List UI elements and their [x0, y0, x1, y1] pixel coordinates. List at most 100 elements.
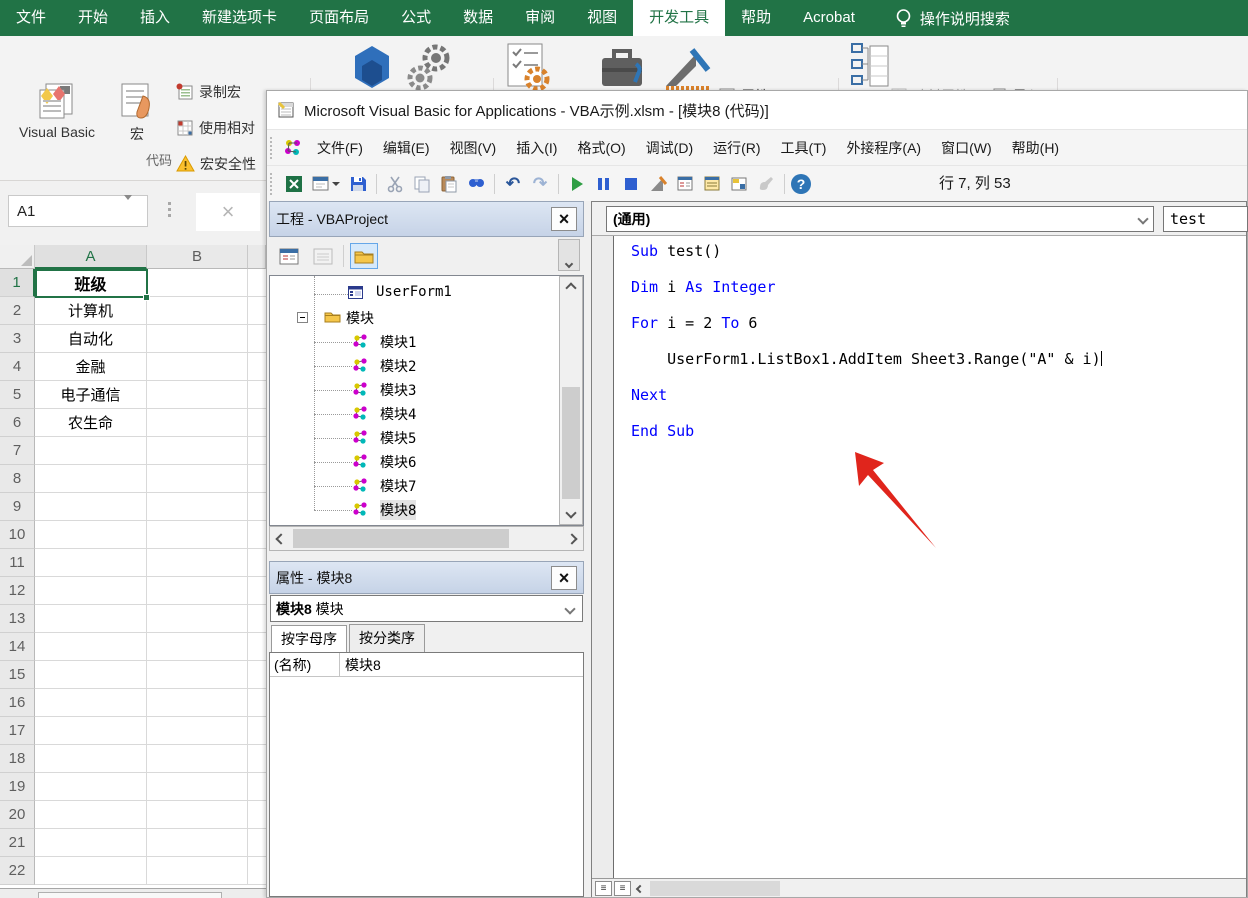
- name-box-caret-icon[interactable]: [124, 195, 132, 201]
- redo-button[interactable]: ↷: [528, 172, 552, 196]
- save-button[interactable]: [346, 172, 370, 196]
- menu-编辑(E)[interactable]: 编辑(E): [375, 132, 438, 164]
- cell-c3[interactable]: [248, 325, 266, 353]
- toolbox-toolbar-button[interactable]: [754, 172, 778, 196]
- row-header-22[interactable]: 22: [0, 857, 35, 885]
- cell-a13[interactable]: [35, 605, 147, 633]
- row-header-14[interactable]: 14: [0, 633, 35, 661]
- tree-item-模块7[interactable]: 模块7: [270, 474, 583, 498]
- cell-c20[interactable]: [248, 801, 266, 829]
- tree-item-模块5[interactable]: 模块5: [270, 426, 583, 450]
- cell-a15[interactable]: [35, 661, 147, 689]
- cell-b1[interactable]: [147, 269, 248, 297]
- menu-外接程序(A)[interactable]: 外接程序(A): [838, 132, 929, 164]
- project-mini-scroll[interactable]: [558, 239, 580, 271]
- property-name-value[interactable]: 模块8: [340, 653, 583, 677]
- member-combo[interactable]: test: [1163, 206, 1248, 232]
- cell-c21[interactable]: [248, 829, 266, 857]
- cell-a17[interactable]: [35, 717, 147, 745]
- row-header-20[interactable]: 20: [0, 801, 35, 829]
- menu-调试(D)[interactable]: 调试(D): [638, 132, 701, 164]
- procedure-combo[interactable]: (通用): [606, 206, 1154, 232]
- tab-公式[interactable]: 公式: [385, 0, 447, 36]
- cell-b16[interactable]: [147, 689, 248, 717]
- vba-editor-window[interactable]: Microsoft Visual Basic for Applications …: [266, 90, 1248, 898]
- cell-c6[interactable]: [248, 409, 266, 437]
- row-header-18[interactable]: 18: [0, 745, 35, 773]
- record-macro-button[interactable]: 录制宏: [176, 82, 241, 102]
- tree-item-模块8[interactable]: 模块8: [270, 498, 583, 522]
- tab-新建选项卡[interactable]: 新建选项卡: [186, 0, 293, 36]
- row-header-13[interactable]: 13: [0, 605, 35, 633]
- cell-a21[interactable]: [35, 829, 147, 857]
- menu-工具(T)[interactable]: 工具(T): [773, 132, 835, 164]
- scrollbar-thumb[interactable]: [293, 529, 509, 548]
- menu-文件(F)[interactable]: 文件(F): [309, 132, 371, 164]
- properties-window-button[interactable]: [700, 172, 724, 196]
- tab-开发工具[interactable]: 开发工具: [633, 0, 725, 36]
- cell-b18[interactable]: [147, 745, 248, 773]
- cell-a14[interactable]: [35, 633, 147, 661]
- tree-item-模块4[interactable]: 模块4: [270, 402, 583, 426]
- properties-close-button[interactable]: ×: [551, 566, 577, 590]
- cell-a18[interactable]: [35, 745, 147, 773]
- pause-button[interactable]: [592, 172, 616, 196]
- cell-c14[interactable]: [248, 633, 266, 661]
- select-all-corner[interactable]: [0, 245, 35, 269]
- cell-a8[interactable]: [35, 465, 147, 493]
- cell-a10[interactable]: [35, 521, 147, 549]
- cell-b9[interactable]: [147, 493, 248, 521]
- cell-b3[interactable]: [147, 325, 248, 353]
- tell-me-search[interactable]: 操作说明搜索: [885, 0, 1020, 36]
- row-header-11[interactable]: 11: [0, 549, 35, 577]
- row-header-19[interactable]: 19: [0, 773, 35, 801]
- cut-button[interactable]: [383, 172, 407, 196]
- menu-运行(R)[interactable]: 运行(R): [705, 132, 768, 164]
- row-header-16[interactable]: 16: [0, 689, 35, 717]
- view-code-button[interactable]: [275, 243, 303, 269]
- code-hscroll-thumb[interactable]: [650, 881, 780, 896]
- tree-item-模块1[interactable]: 模块1: [270, 330, 583, 354]
- cell-a2[interactable]: 计算机: [35, 297, 147, 325]
- cell-c8[interactable]: [248, 465, 266, 493]
- row-header-10[interactable]: 10: [0, 521, 35, 549]
- cell-a6[interactable]: 农生命: [35, 409, 147, 437]
- cell-a12[interactable]: [35, 577, 147, 605]
- row-header-15[interactable]: 15: [0, 661, 35, 689]
- menu-格式(O)[interactable]: 格式(O): [569, 132, 633, 164]
- cell-c2[interactable]: [248, 297, 266, 325]
- cell-c18[interactable]: [248, 745, 266, 773]
- design-mode-toolbar-button[interactable]: [646, 172, 670, 196]
- row-header-7[interactable]: 7: [0, 437, 35, 465]
- toolbox-button[interactable]: [598, 46, 650, 92]
- cell-a9[interactable]: [35, 493, 147, 521]
- project-close-button[interactable]: ×: [551, 207, 577, 231]
- procedure-view-button[interactable]: ≡: [595, 881, 612, 896]
- insert-controls-button[interactable]: [502, 42, 552, 92]
- cancel-button[interactable]: ×: [196, 193, 260, 231]
- cell-c11[interactable]: [248, 549, 266, 577]
- menu-帮助(H)[interactable]: 帮助(H): [1004, 132, 1067, 164]
- tab-Acrobat[interactable]: Acrobat: [787, 0, 871, 36]
- xml-source-button[interactable]: [850, 40, 890, 92]
- properties-object-combo[interactable]: 模块8 模块: [269, 594, 584, 624]
- tab-categorized[interactable]: 按分类序: [349, 624, 425, 652]
- tab-视图[interactable]: 视图: [571, 0, 633, 36]
- tree-vertical-scrollbar[interactable]: [559, 276, 583, 525]
- tab-数据[interactable]: 数据: [447, 0, 509, 36]
- cell-a1[interactable]: 班级: [35, 269, 147, 297]
- view-object-button[interactable]: [309, 243, 337, 269]
- relative-references-button[interactable]: 使用相对: [176, 118, 255, 138]
- tree-horizontal-scrollbar[interactable]: [269, 526, 584, 551]
- row-header-6[interactable]: 6: [0, 409, 35, 437]
- project-explorer-caption[interactable]: 工程 - VBAProject ×: [269, 201, 584, 237]
- tab-文件[interactable]: 文件: [0, 0, 62, 36]
- cell-c22[interactable]: [248, 857, 266, 885]
- tree-item-模块[interactable]: 模块: [270, 306, 583, 330]
- cell-b4[interactable]: [147, 353, 248, 381]
- menu-视图(V)[interactable]: 视图(V): [442, 132, 505, 164]
- tree-item-模块3[interactable]: 模块3: [270, 378, 583, 402]
- cell-c13[interactable]: [248, 605, 266, 633]
- toggle-folders-button[interactable]: [350, 243, 378, 269]
- cell-b15[interactable]: [147, 661, 248, 689]
